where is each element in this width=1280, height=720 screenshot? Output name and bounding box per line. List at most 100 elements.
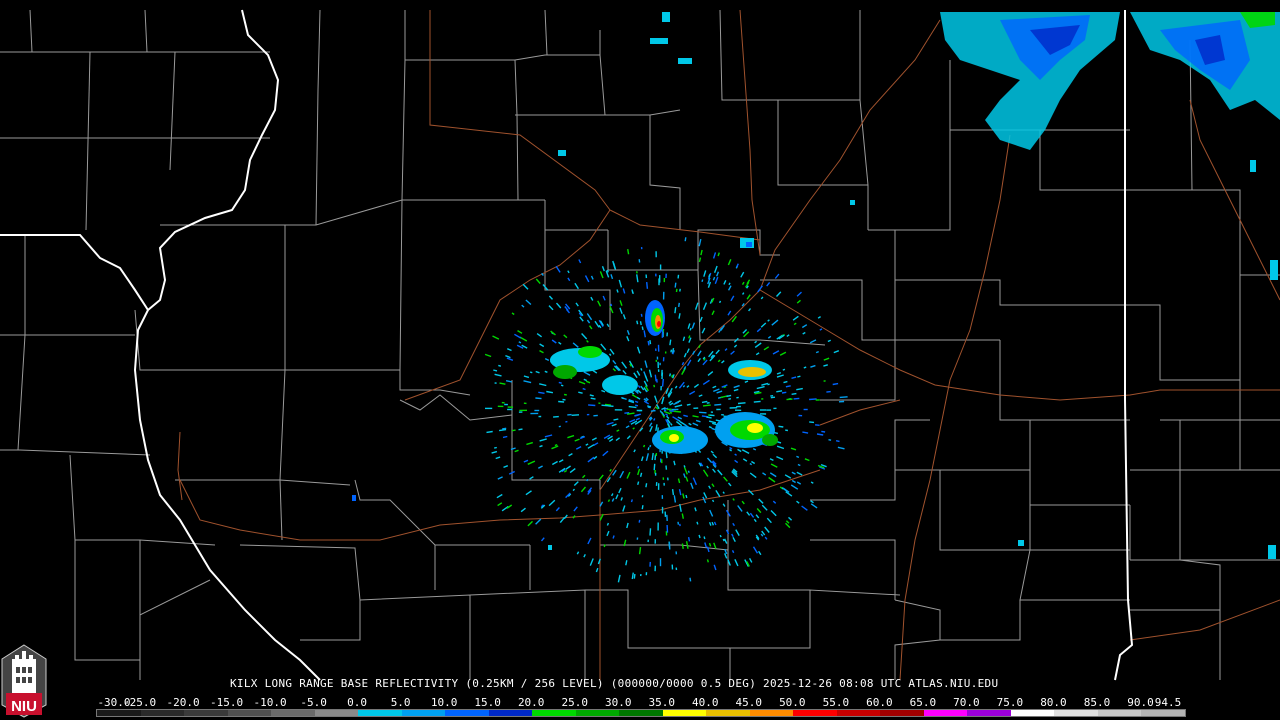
echo-streak: [711, 499, 715, 503]
echo-streak: [728, 398, 732, 400]
echo-streak: [674, 282, 677, 288]
echo-streak: [701, 400, 708, 404]
colorbar-label: 50.0: [779, 696, 806, 709]
colorbar-label: 60.0: [866, 696, 893, 709]
colorbar-segment: [836, 710, 881, 716]
colorbar-segment: [532, 710, 576, 716]
echo-streak: [637, 481, 640, 485]
echo-streak: [499, 428, 507, 432]
radar-map: NIU: [0, 0, 1280, 720]
echo-streak: [639, 321, 642, 326]
colorbar-label: 5.0: [390, 696, 411, 709]
colorbar-segment: [1010, 710, 1055, 716]
colorbar-segment: [314, 710, 359, 716]
echo-streak: [815, 424, 820, 426]
colorbar-label: 30.0: [604, 696, 632, 709]
colorbar-label: 45.0: [735, 696, 763, 709]
niu-logo: NIU: [1, 644, 47, 718]
colorbar-label: -25.0: [122, 696, 157, 709]
echo-streak: [554, 444, 558, 447]
echo-streak: [649, 339, 652, 345]
svg-text:NIU: NIU: [11, 698, 37, 715]
reflectivity-colorbar: [96, 709, 1186, 717]
echo-streak: [785, 385, 791, 388]
echo-streak: [582, 387, 586, 391]
echo-streak: [529, 371, 533, 374]
echo-streak: [651, 452, 654, 461]
echo-streak: [539, 445, 543, 448]
echo-streak: [607, 499, 611, 503]
colorbar-label: -5.0: [300, 696, 327, 709]
colorbar-segment: [97, 710, 141, 716]
colorbar-segment: [401, 710, 446, 716]
echo-streak: [696, 521, 699, 525]
echo-streak: [589, 394, 594, 397]
echo-streak: [518, 341, 522, 344]
echo-streak: [783, 380, 788, 384]
echo-streak: [650, 409, 656, 412]
colorbar-label: 65.0: [909, 696, 937, 709]
colorbar-segment: [619, 710, 663, 716]
echo-streak: [649, 444, 652, 448]
echo-streak: [778, 425, 784, 428]
echo-streak: [708, 274, 711, 278]
echo-streak: [685, 494, 688, 499]
echo-streak: [828, 439, 832, 441]
colorbar-segment: [923, 710, 968, 716]
echo-streak: [640, 313, 643, 317]
echo-streak: [689, 327, 692, 331]
colorbar-segment: [575, 710, 620, 716]
colorbar-label: 15.0: [474, 696, 501, 709]
echo-streak: [535, 397, 542, 400]
echo-streak: [578, 391, 583, 394]
echo-streak: [674, 307, 677, 314]
echo-streak: [809, 398, 817, 401]
echo-streak: [791, 392, 797, 395]
echo-streak: [781, 391, 787, 394]
echo-streak: [643, 444, 646, 448]
echo-streak: [631, 572, 634, 580]
echo-streak: [640, 368, 643, 371]
echo-streak: [588, 404, 596, 407]
colorbar-segment: [140, 710, 185, 716]
echo-streak: [553, 415, 559, 418]
echo-streak: [612, 535, 615, 539]
echo-streak: [673, 410, 681, 413]
echo-streak: [571, 414, 580, 416]
echo-streak: [816, 433, 824, 436]
echo-streak: [782, 368, 786, 371]
echo-streak: [627, 248, 630, 255]
colorbar-label: 90.0: [1127, 696, 1154, 709]
echo-streak: [486, 430, 493, 434]
colorbar-segment: [1141, 710, 1185, 716]
echo-streak: [683, 465, 686, 468]
colorbar-label: 20.0: [517, 696, 545, 709]
echo-streak: [767, 383, 770, 386]
echo-streak: [753, 400, 761, 403]
echo-streak: [669, 373, 672, 377]
colorbar-segment: [749, 710, 794, 716]
echo-streak: [560, 384, 564, 387]
echo-streak: [678, 302, 680, 308]
echo-streak: [687, 536, 691, 542]
echo-streak: [641, 505, 644, 510]
echo-streak: [633, 573, 636, 579]
colorbar-segment: [880, 710, 924, 716]
echo-streak: [606, 522, 610, 526]
echo-streak: [832, 382, 839, 386]
colorbar-segment: [967, 710, 1011, 716]
echo-streak: [621, 397, 625, 400]
echo-streak: [653, 418, 656, 421]
echo-streak: [494, 446, 497, 449]
colorbar-label: 70.0: [953, 696, 980, 709]
echo-streak: [647, 447, 650, 451]
echo-streak: [802, 431, 809, 434]
echo-streak: [722, 491, 725, 494]
echo-streak: [641, 326, 644, 331]
echo-streak: [636, 320, 639, 325]
colorbar-segment: [1054, 710, 1098, 716]
echo-streak: [809, 421, 815, 424]
echo-streak: [653, 384, 656, 388]
echo-streak: [728, 282, 731, 286]
echo-streak: [502, 427, 507, 430]
